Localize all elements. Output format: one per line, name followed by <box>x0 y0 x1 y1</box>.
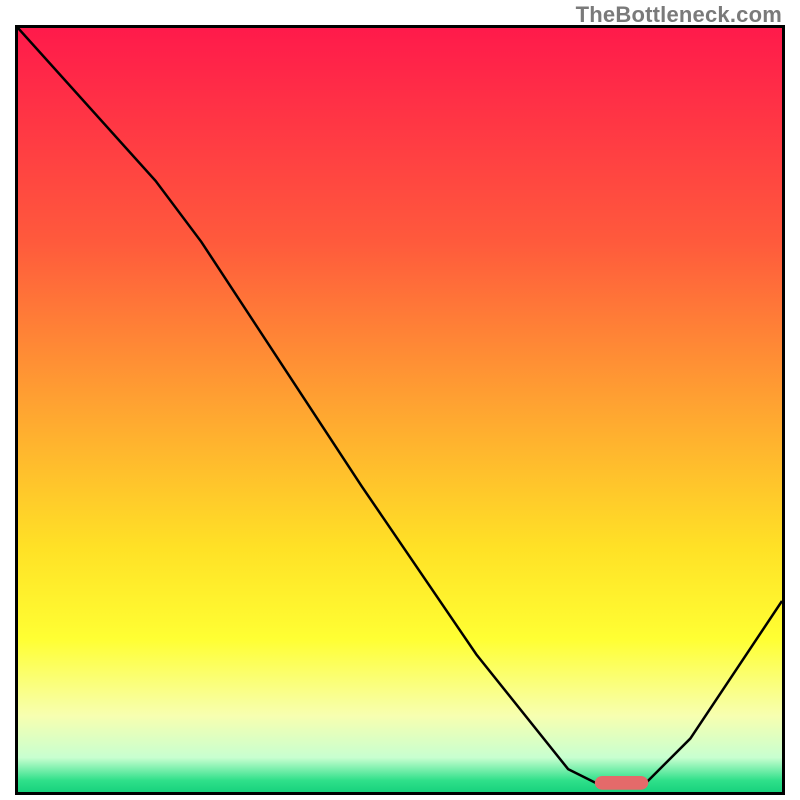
gradient-background <box>18 28 782 792</box>
optimal-range-marker <box>595 776 648 790</box>
chart-frame <box>15 25 785 795</box>
chart-svg <box>18 28 782 792</box>
